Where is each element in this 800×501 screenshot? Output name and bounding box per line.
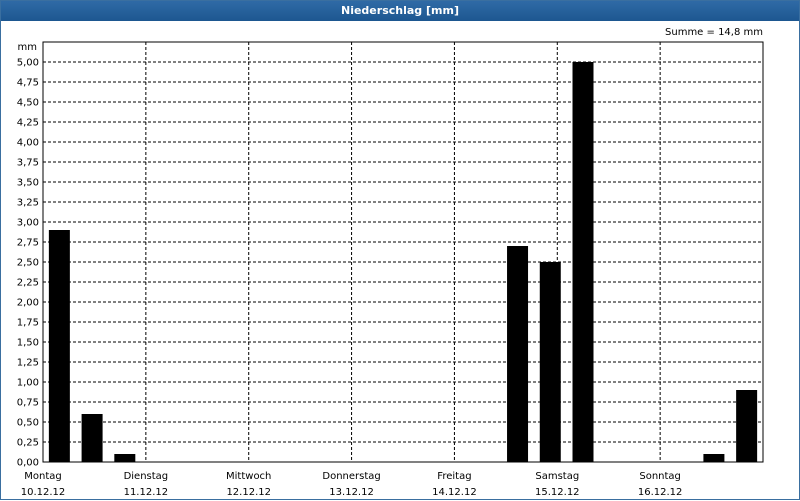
date-label: 15.12.12: [535, 487, 580, 498]
precipitation-bar: [81, 414, 103, 462]
y-tick-label: 0,00: [17, 458, 39, 469]
y-tick-label: 0,75: [17, 398, 39, 409]
chart-window: Niederschlag [mm] Summe = 14,8 mm 0,00 0,…: [0, 0, 800, 500]
y-tick-label: 1,25: [17, 358, 39, 369]
y-tick-label: 1,50: [17, 338, 39, 349]
y-tick-label: 4,00: [17, 138, 39, 149]
y-tick-label: 4,50: [17, 98, 39, 109]
day-label: Samstag: [535, 471, 579, 482]
y-tick-label: 2,50: [17, 258, 39, 269]
precipitation-bar: [572, 62, 594, 462]
plot-border: [42, 41, 764, 463]
precipitation-bar: [48, 230, 70, 462]
date-label: 16.12.12: [638, 487, 683, 498]
precipitation-bar: [114, 454, 136, 462]
precipitation-bar: [539, 262, 561, 462]
date-label: 11.12.12: [124, 487, 169, 498]
precipitation-bar: [703, 454, 725, 462]
y-tick-label: 3,50: [17, 178, 39, 189]
day-label: Freitag: [437, 471, 471, 482]
y-tick-label: 3,75: [17, 158, 39, 169]
y-tick-label: 1,00: [17, 378, 39, 389]
day-label: Dienstag: [124, 471, 169, 482]
date-label: 12.12.12: [226, 487, 271, 498]
y-tick-label: 1,75: [17, 318, 39, 329]
date-label: 10.12.12: [21, 487, 66, 498]
y-tick-label: 2,75: [17, 238, 39, 249]
day-label: Donnerstag: [322, 471, 380, 482]
y-tick-label: 3,00: [17, 218, 39, 229]
y-tick-label: 0,50: [17, 418, 39, 429]
precipitation-chart: 0,00 0,25 0,50 0,75 1,00 1,25 1,50 1,75 2,00 2,25…: [17, 41, 764, 498]
y-tick-label: 2,25: [17, 278, 39, 289]
y-tick-label: 4,25: [17, 118, 39, 129]
y-tick-label: 2,00: [17, 298, 39, 309]
day-label: Montag: [24, 471, 61, 482]
day-label: Mittwoch: [226, 471, 271, 482]
day-label: Sonntag: [639, 471, 681, 482]
precipitation-bar: [736, 390, 758, 462]
precipitation-bar: [507, 246, 529, 462]
date-label: 14.12.12: [432, 487, 477, 498]
y-tick-label: 3,25: [17, 198, 39, 209]
y-axis-label: mm: [18, 42, 37, 53]
y-tick-label: 5,00: [17, 58, 39, 69]
y-tick-label: 4,75: [17, 78, 39, 89]
y-tick-label: 0,25: [17, 438, 39, 449]
date-label: 13.12.12: [329, 487, 374, 498]
